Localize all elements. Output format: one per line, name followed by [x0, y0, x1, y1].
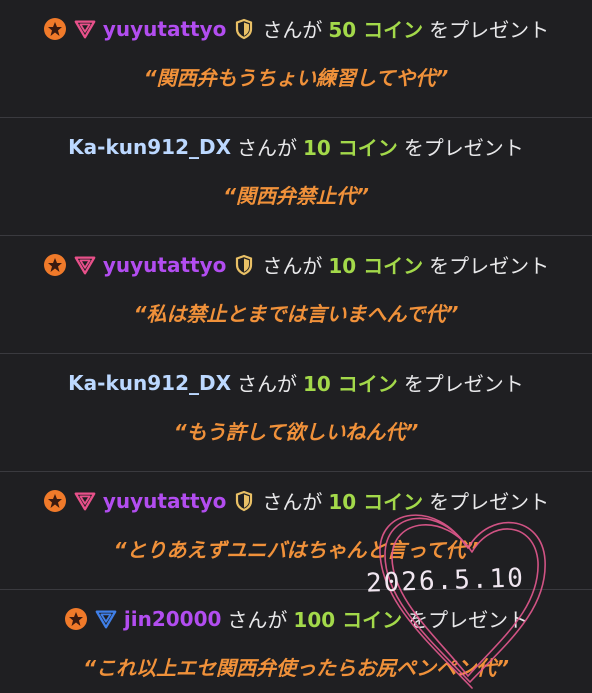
- present-text: をプレゼント: [403, 136, 524, 160]
- triangle-badge-icon: [94, 607, 118, 631]
- coin-amount: 100 コイン: [293, 608, 403, 632]
- gift-header: yuyutattyo さんが 50 コイン をプレゼント: [43, 14, 549, 43]
- gem-badge-icon: [73, 17, 97, 41]
- gift-header: Ka-kun912_DX さんが 10 コイン をプレゼント: [68, 368, 524, 397]
- present-text: をプレゼント: [403, 372, 524, 396]
- gift-item: yuyutattyo さんが 50 コイン をプレゼント “関西弁もうちょい練習…: [0, 0, 592, 118]
- coin-amount: 10 コイン: [303, 136, 398, 160]
- san-text: さんが: [262, 18, 323, 42]
- shield-icon: [232, 253, 256, 277]
- gift-message: “もう許して欲しいねん代”: [173, 420, 419, 444]
- san-text: さんが: [237, 372, 298, 396]
- coin-amount: 10 コイン: [328, 254, 424, 278]
- gift-header: yuyutattyo さんが 10 コイン をプレゼント: [43, 486, 549, 515]
- gem-badge-icon: [73, 253, 97, 277]
- present-text: をプレゼント: [429, 18, 550, 42]
- gift-header: Ka-kun912_DX さんが 10 コイン をプレゼント: [68, 132, 524, 161]
- star-badge-icon: [43, 253, 67, 277]
- present-text: をプレゼント: [429, 490, 550, 514]
- gift-message: “私は禁止とまでは言いまへんで代”: [133, 302, 459, 326]
- gift-item: Ka-kun912_DX さんが 10 コイン をプレゼント “もう許して欲しい…: [0, 354, 592, 472]
- san-text: さんが: [262, 490, 323, 514]
- shield-icon: [232, 17, 256, 41]
- gift-message: “関西弁禁止代”: [223, 184, 369, 208]
- gift-item: yuyutattyo さんが 10 コイン をプレゼント “私は禁止とまでは言い…: [0, 236, 592, 354]
- san-text: さんが: [227, 608, 288, 632]
- star-badge-icon: [43, 17, 67, 41]
- shield-icon: [232, 489, 256, 513]
- present-text: をプレゼント: [408, 608, 529, 632]
- coin-amount: 10 コイン: [303, 372, 398, 396]
- username[interactable]: Ka-kun912_DX: [68, 371, 231, 395]
- gift-message: “とりあえずユニバはちゃんと言って代”: [113, 538, 479, 562]
- coin-amount: 50 コイン: [328, 18, 424, 42]
- star-badge-icon: [43, 489, 67, 513]
- san-text: さんが: [262, 254, 323, 278]
- gift-item: Ka-kun912_DX さんが 10 コイン をプレゼント “関西弁禁止代”: [0, 118, 592, 236]
- star-badge-icon: [64, 607, 88, 631]
- username[interactable]: jin20000: [124, 607, 222, 631]
- gift-item: jin20000 さんが 100 コイン をプレゼント “これ以上エセ関西弁使っ…: [0, 590, 592, 693]
- date-stamp: 2026.5.10: [365, 563, 526, 599]
- gift-header: yuyutattyo さんが 10 コイン をプレゼント: [43, 250, 549, 279]
- gem-badge-icon: [73, 489, 97, 513]
- gift-message: “これ以上エセ関西弁使ったらお尻ペンペン代”: [83, 656, 509, 680]
- san-text: さんが: [237, 136, 298, 160]
- gift-message: “関西弁もうちょい練習してや代”: [143, 66, 449, 90]
- gift-header: jin20000 さんが 100 コイン をプレゼント: [64, 604, 528, 633]
- username[interactable]: yuyutattyo: [103, 489, 227, 513]
- username[interactable]: yuyutattyo: [103, 253, 227, 277]
- username[interactable]: yuyutattyo: [103, 17, 227, 41]
- coin-amount: 10 コイン: [328, 490, 424, 514]
- present-text: をプレゼント: [429, 254, 550, 278]
- username[interactable]: Ka-kun912_DX: [68, 135, 231, 159]
